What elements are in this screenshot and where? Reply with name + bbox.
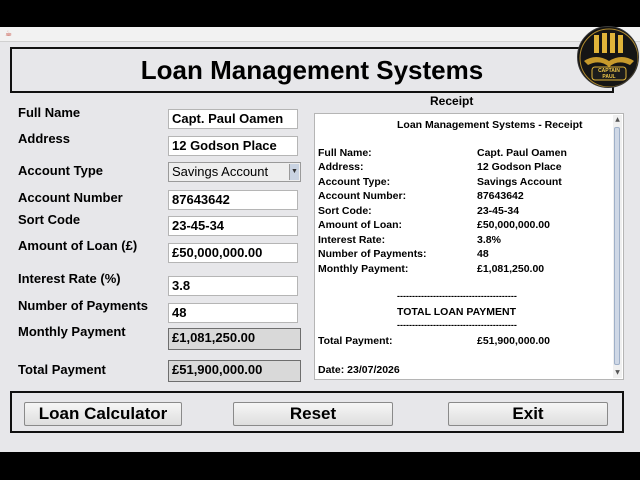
receipt-row-value: Capt. Paul Oamen (477, 147, 567, 159)
address-label: Address (18, 131, 71, 146)
receipt-scrollbar[interactable]: ▲ ▼ (613, 115, 622, 378)
receipt-heading: Receipt (430, 94, 474, 108)
receipt-row-label: Amount of Loan: (318, 219, 402, 231)
receipt-date: Date: 23/07/2026 (318, 364, 400, 376)
receipt-row-label: Number of Payments: (318, 248, 427, 260)
receipt-total-heading: TOTAL LOAN PAYMENT (397, 306, 517, 318)
interest-rate-input[interactable]: 3.8 (168, 276, 298, 296)
scroll-up-icon[interactable]: ▲ (613, 115, 622, 125)
receipt-row-value: Savings Account (477, 176, 562, 188)
java-cup-icon: ☕ (5, 29, 13, 38)
account-number-input[interactable]: 87643642 (168, 190, 298, 210)
receipt-row-label: Full Name: (318, 147, 372, 159)
receipt-row-label: Address: (318, 161, 364, 173)
number-of-payments-input[interactable]: 48 (168, 303, 298, 323)
account-type-select[interactable]: Savings Account ▼ (168, 162, 301, 182)
receipt-row-label: Interest Rate: (318, 234, 386, 246)
account-type-value: Savings Account (172, 164, 269, 179)
receipt-row-label: Account Number: (318, 190, 407, 202)
receipt-total-value: £51,900,000.00 (477, 335, 550, 347)
receipt-row-label: Monthly Payment: (318, 263, 409, 275)
account-number-label: Account Number (18, 190, 123, 205)
button-panel: Loan Calculator Reset Exit (10, 391, 624, 433)
total-payment-output: £51,900,000.00 (168, 360, 301, 382)
window-titlebar[interactable]: ☕ (0, 27, 640, 42)
captain-paul-logo: CAPTAIN PAUL (577, 26, 639, 88)
monthly-payment-label: Monthly Payment (18, 324, 126, 339)
receipt-row-value: 48 (477, 248, 489, 260)
logo-text: CAPTAIN PAUL (598, 68, 620, 80)
full-name-input[interactable]: Capt. Paul Oamen (168, 109, 298, 129)
receipt-textarea[interactable]: Loan Management Systems - Receipt Full N… (314, 113, 624, 380)
interest-rate-label: Interest Rate (%) (18, 271, 121, 286)
chevron-down-icon[interactable]: ▼ (289, 164, 299, 180)
receipt-title: Loan Management Systems - Receipt (397, 119, 583, 131)
sort-code-input[interactable]: 23-45-34 (168, 216, 298, 236)
scroll-down-icon[interactable]: ▼ (613, 368, 622, 378)
receipt-total-label: Total Payment: (318, 335, 393, 347)
exit-button[interactable]: Exit (448, 402, 608, 426)
sort-code-label: Sort Code (18, 212, 81, 227)
address-input[interactable]: 12 Godson Place (168, 136, 298, 156)
amount-of-loan-label: Amount of Loan (£) (18, 238, 138, 253)
monthly-payment-output: £1,081,250.00 (168, 328, 301, 350)
receipt-row-value: 3.8% (477, 234, 501, 246)
total-payment-label: Total Payment (18, 362, 106, 377)
scrollbar-thumb[interactable] (614, 127, 620, 365)
receipt-row-value: 12 Godson Place (477, 161, 562, 173)
receipt-row-label: Sort Code: (318, 205, 372, 217)
receipt-row-value: 23-45-34 (477, 205, 520, 217)
header-panel: Loan Management Systems (10, 47, 614, 93)
loan-calculator-button[interactable]: Loan Calculator (24, 402, 182, 426)
receipt-row-label: Account Type: (318, 176, 391, 188)
amount-of-loan-input[interactable]: £50,000,000.00 (168, 243, 298, 263)
number-of-payments-label: Number of Payments (18, 298, 149, 313)
full-name-label: Full Name (18, 105, 81, 120)
receipt-divider: ---------------------------------------- (397, 320, 517, 330)
receipt-row-value: £50,000,000.00 (477, 219, 550, 231)
account-type-label: Account Type (18, 163, 103, 178)
receipt-row-value: 87643642 (477, 190, 524, 202)
receipt-row-value: £1,081,250.00 (477, 263, 545, 275)
reset-button[interactable]: Reset (233, 402, 393, 426)
receipt-divider: ---------------------------------------- (397, 291, 517, 301)
application-window: ☕ Loan Management Systems Full Name Addr… (0, 27, 640, 452)
page-title: Loan Management Systems (140, 55, 484, 85)
